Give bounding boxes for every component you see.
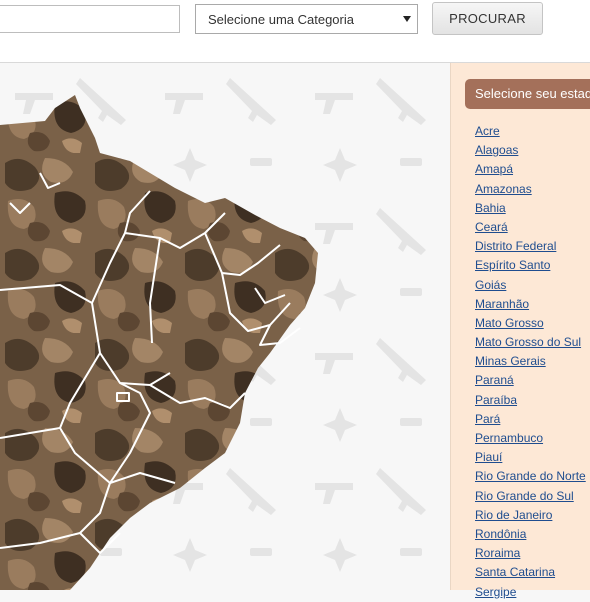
state-link-minas-gerais[interactable]: Minas Gerais <box>475 354 546 368</box>
state-link-bahia[interactable]: Bahia <box>475 201 506 215</box>
list-item: Roraima <box>475 544 586 563</box>
state-link-rio-grande-do-norte[interactable]: Rio Grande do Norte <box>475 469 586 483</box>
state-link-para[interactable]: Pará <box>475 412 500 426</box>
state-link-santa-catarina[interactable]: Santa Catarina <box>475 565 555 579</box>
state-sidebar: Selecione seu estado Acre Alagoas Amapá … <box>450 63 590 599</box>
list-item: Bahia <box>475 199 586 218</box>
state-link-sergipe[interactable]: Sergipe <box>475 585 516 599</box>
state-link-mato-grosso-do-sul[interactable]: Mato Grosso do Sul <box>475 335 581 349</box>
sidebar-title: Selecione seu estado <box>465 79 590 109</box>
brazil-map[interactable] <box>0 63 450 590</box>
list-item: Amazonas <box>475 180 586 199</box>
list-item: Goiás <box>475 276 586 295</box>
list-item: Mato Grosso <box>475 314 586 333</box>
state-link-rio-grande-do-sul[interactable]: Rio Grande do Sul <box>475 489 574 503</box>
list-item: Amapá <box>475 160 586 179</box>
list-item: Pará <box>475 410 586 429</box>
state-link-amapa[interactable]: Amapá <box>475 162 513 176</box>
state-link-mato-grosso[interactable]: Mato Grosso <box>475 316 544 330</box>
list-item: Mato Grosso do Sul <box>475 333 586 352</box>
category-select[interactable]: Selecione uma Categoria <box>195 4 418 34</box>
state-link-amazonas[interactable]: Amazonas <box>475 182 532 196</box>
list-item: Maranhão <box>475 295 586 314</box>
list-item: Rio de Janeiro <box>475 506 586 525</box>
list-item: Rio Grande do Sul <box>475 487 586 506</box>
state-link-goias[interactable]: Goiás <box>475 278 506 292</box>
search-input[interactable] <box>0 5 180 33</box>
list-item: Pernambuco <box>475 429 586 448</box>
state-link-roraima[interactable]: Roraima <box>475 546 520 560</box>
top-search-bar: Selecione uma Categoria PROCURAR <box>0 0 590 63</box>
state-link-pernambuco[interactable]: Pernambuco <box>475 431 543 445</box>
list-item: Rondônia <box>475 525 586 544</box>
state-link-distrito-federal[interactable]: Distrito Federal <box>475 239 556 253</box>
list-item: Ceará <box>475 218 586 237</box>
list-item: Distrito Federal <box>475 237 586 256</box>
list-item: Santa Catarina <box>475 563 586 582</box>
state-link-rondonia[interactable]: Rondônia <box>475 527 526 541</box>
list-item: Espírito Santo <box>475 256 586 275</box>
state-link-parana[interactable]: Paraná <box>475 373 514 387</box>
list-item: Acre <box>475 122 586 141</box>
state-link-alagoas[interactable]: Alagoas <box>475 143 518 157</box>
list-item: Paraíba <box>475 391 586 410</box>
state-link-maranhao[interactable]: Maranhão <box>475 297 529 311</box>
state-link-acre[interactable]: Acre <box>475 124 500 138</box>
state-link-piaui[interactable]: Piauí <box>475 450 502 464</box>
state-link-rio-de-janeiro[interactable]: Rio de Janeiro <box>475 508 552 522</box>
list-item: Piauí <box>475 448 586 467</box>
category-select-value: Selecione uma Categoria <box>208 11 354 27</box>
brazil-shape <box>0 95 318 590</box>
list-item: Sergipe <box>475 583 586 602</box>
list-item: Alagoas <box>475 141 586 160</box>
chevron-down-icon <box>403 16 411 22</box>
list-item: Paraná <box>475 371 586 390</box>
state-link-espirito-santo[interactable]: Espírito Santo <box>475 258 550 272</box>
list-item: Rio Grande do Norte <box>475 467 586 486</box>
state-link-ceara[interactable]: Ceará <box>475 220 508 234</box>
search-button[interactable]: PROCURAR <box>432 2 543 35</box>
list-item: Minas Gerais <box>475 352 586 371</box>
state-link-paraiba[interactable]: Paraíba <box>475 393 517 407</box>
state-list: Acre Alagoas Amapá Amazonas Bahia Ceará … <box>475 122 586 602</box>
